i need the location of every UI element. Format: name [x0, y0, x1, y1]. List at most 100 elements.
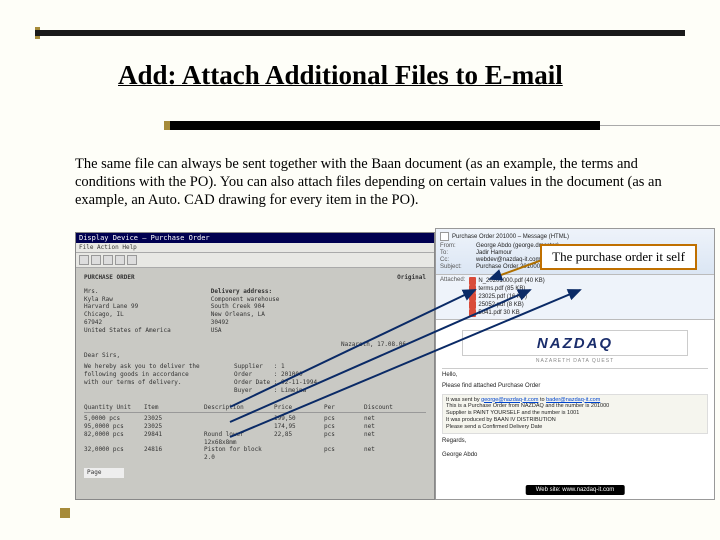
- baan-document-body: PURCHASE ORDER Original Mrs. Kyla Raw Har…: [76, 268, 434, 484]
- th: Description: [204, 404, 264, 412]
- table-cell: 22,85: [274, 431, 314, 447]
- intro-text: We hereby ask you to deliver the followi…: [84, 363, 204, 394]
- table-cell: 5,0000 pcs: [84, 415, 134, 423]
- table-cell: [204, 415, 264, 423]
- screenshot-composite: Display Device – Purchase Order File Act…: [75, 232, 715, 500]
- attachment-item[interactable]: 25052.pdf (8 KB): [469, 301, 544, 309]
- table-cell: net: [364, 446, 404, 462]
- signature: George Abdo: [442, 452, 708, 460]
- meta-val: 1: [281, 363, 285, 370]
- file-icon: [469, 277, 476, 285]
- table-cell: pcs: [324, 431, 354, 447]
- to-label: To:: [440, 250, 472, 256]
- file-icon: [469, 301, 476, 309]
- salutation: Dear Sirs,: [84, 352, 426, 360]
- info-line: It was sent by george@nazdaq-it.com to b…: [446, 397, 704, 404]
- info-line: Supplier is PAINT YOURSELF and the numbe…: [446, 410, 704, 417]
- po-header: PURCHASE ORDER: [84, 274, 135, 282]
- greeting: Hello,: [442, 372, 708, 380]
- order-meta: Supplier : 1 Order : 201000 Order Date :…: [234, 363, 317, 394]
- address-left: Mrs. Kyla Raw Harvard Lane 99 Chicago, I…: [84, 288, 171, 335]
- meta-line: Supplier : 1: [234, 363, 317, 371]
- th: Item: [144, 404, 194, 412]
- addr-line: New Orleans, LA: [211, 311, 280, 319]
- table-cell: [274, 446, 314, 462]
- attachment-name: 25052.pdf (8 KB): [478, 302, 523, 308]
- table-cell: 199,50: [274, 415, 314, 423]
- po-original: Original: [397, 274, 426, 282]
- attachment-name: 5041.pdf 30 KB: [478, 310, 519, 316]
- place-date: Nazareth, 17.08.06: [84, 341, 406, 349]
- table-cell: 174,95: [274, 423, 314, 431]
- pager[interactable]: Page: [84, 468, 124, 478]
- to-value: Jadir Hamour: [476, 250, 512, 256]
- attachment-name: terms.pdf (85 KB): [478, 286, 525, 292]
- toolbar-icon[interactable]: [127, 255, 137, 265]
- email-link[interactable]: bader@nazdaq-it.com: [546, 397, 600, 403]
- table-cell: net: [364, 423, 404, 431]
- table-cell: 29841: [144, 431, 194, 447]
- attachment-name: N_20201000.pdf (40 KB): [478, 278, 544, 284]
- regards: Regards,: [442, 438, 708, 446]
- email-link[interactable]: george@nazdaq-it.com: [481, 397, 538, 403]
- th: Per: [324, 404, 354, 412]
- email-window-title: Purchase Order 201000 – Message (HTML): [452, 234, 569, 240]
- body-line: Please find attached Purchase Order: [442, 383, 708, 391]
- table-cell: 32,0000 pcs: [84, 446, 134, 462]
- toolbar-icon[interactable]: [91, 255, 101, 265]
- attachment-item[interactable]: terms.pdf (85 KB): [469, 285, 544, 293]
- attachment-item[interactable]: 23025.pdf (16 KB): [469, 293, 544, 301]
- attachment-item[interactable]: 5041.pdf 30 KB: [469, 309, 544, 317]
- baan-menubar[interactable]: File Action Help: [76, 243, 434, 253]
- meta-line: Buyer : Limeina: [234, 387, 317, 395]
- attach-label: Attached:: [440, 277, 465, 317]
- info-line: It was produced by BAAN IV DISTRIBUTION: [446, 417, 704, 424]
- th: Discount: [364, 404, 404, 412]
- attachment-name: 23025.pdf (16 KB): [478, 294, 527, 300]
- toolbar-icon[interactable]: [79, 255, 89, 265]
- nazdaq-tagline: NAZARETH DATA QUEST: [442, 358, 708, 365]
- nazdaq-logo: NAZDAQ: [462, 330, 688, 356]
- mail-icon: [440, 232, 449, 241]
- table-cell: pcs: [324, 415, 354, 423]
- file-icon: [469, 285, 476, 293]
- table-cell: 23025: [144, 415, 194, 423]
- table-cell: pcs: [324, 446, 354, 462]
- table-row: 95,0000 pcs 23025 174,95 pcs net: [84, 423, 426, 431]
- table-cell: 95,0000 pcs: [84, 423, 134, 431]
- toolbar-icon[interactable]: [103, 255, 113, 265]
- table-cell: 82,0000 pcs: [84, 431, 134, 447]
- top-divider: [35, 30, 685, 36]
- table-cell: 23025: [144, 423, 194, 431]
- attachment-item[interactable]: N_20201000.pdf (40 KB): [469, 277, 544, 285]
- table-cell: net: [364, 431, 404, 447]
- table-cell: Piston for block 2.0: [204, 446, 264, 462]
- table-cell: net: [364, 415, 404, 423]
- meta-val: 201000: [281, 371, 303, 378]
- info-line: This is a Purchase Order from NAZDAQ and…: [446, 403, 704, 410]
- addr-line: 67942: [84, 319, 171, 327]
- table-row: 82,0000 pcs29841Round lower 12x68x8mm22,…: [84, 431, 426, 447]
- addr-line: Mrs.: [84, 288, 171, 296]
- meta-line: Order : 201000: [234, 371, 317, 379]
- table-cell: pcs: [324, 423, 354, 431]
- table-row: 5,0000 pcs 23025 199,50 pcs net: [84, 415, 426, 423]
- file-icon: [469, 293, 476, 301]
- toolbar-icon[interactable]: [115, 255, 125, 265]
- addr-line: Harvard Lane 99: [84, 303, 171, 311]
- email-body: NAZDAQ NAZARETH DATA QUEST Hello, Please…: [436, 320, 714, 466]
- table-cell: [204, 423, 264, 431]
- addr-line: Chicago, IL: [84, 311, 171, 319]
- subject-value: Purchase Order 201000: [476, 264, 540, 270]
- baan-window: Display Device – Purchase Order File Act…: [75, 232, 435, 500]
- po-table: Quantity Unit Item Description Price Per…: [84, 404, 426, 462]
- addr-line: South Creek 904: [211, 303, 280, 311]
- from-label: From:: [440, 243, 472, 249]
- th: Quantity Unit: [84, 404, 134, 412]
- addr-line: USA: [211, 327, 280, 335]
- file-icon: [469, 309, 476, 317]
- cc-value: webdev@nazdaq-it.com: [476, 257, 540, 263]
- meta-line: Order Date : 02-11-1994: [234, 379, 317, 387]
- addr-line: Kyla Raw: [84, 296, 171, 304]
- baan-toolbar: [76, 253, 434, 268]
